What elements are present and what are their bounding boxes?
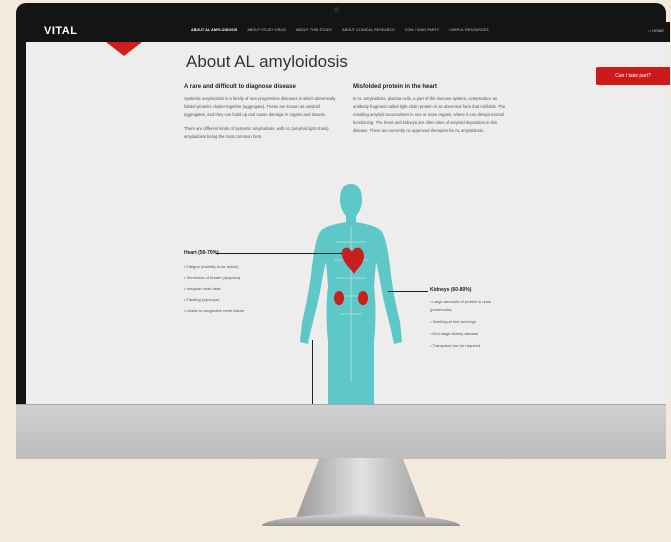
right-paragraph-1: In AL amyloidosis, plasma cells, a part … xyxy=(353,96,506,133)
lower-pointer-line xyxy=(312,340,313,404)
nav-item-about-clinical-research[interactable]: ABOUT CLINICAL RESEARCH xyxy=(342,28,395,32)
nav-item-about-study-drug[interactable]: ABOUT STUDY DRUG xyxy=(247,28,286,32)
monitor-base xyxy=(262,514,460,526)
can-i-take-part-button[interactable]: Can I take part? xyxy=(596,67,670,85)
left-paragraph-1: Systemic amyloidosis is a family of rare… xyxy=(184,96,336,117)
kidney-right-icon xyxy=(358,291,368,305)
kidney-symptom-item: Transplant can be required xyxy=(430,342,500,350)
kidney-title: Kidneys (60-80%) xyxy=(430,287,472,293)
top-navigation: VITAL ABOUT AL AMYLOIDOSIS ABOUT STUDY D… xyxy=(26,22,670,42)
kidney-symptom-item: Large amounts of protein in urine (prote… xyxy=(430,298,492,314)
kidney-symptom-item: Swelling of feet and legs xyxy=(430,318,500,326)
kidney-symptom-item: End stage kidney disease xyxy=(430,330,500,338)
monitor-chin xyxy=(16,404,666,459)
nav-item-useful-resources[interactable]: USEFUL RESOURCES xyxy=(449,28,488,32)
kidney-pointer-line xyxy=(388,291,428,292)
nav-item-com-diag-party[interactable]: COM / DIAG PARTY xyxy=(405,28,439,32)
nav-item-about-al-amyloidosis[interactable]: ABOUT AL AMYLOIDOSIS xyxy=(191,28,237,32)
intro-left-column: A rare and difficult to diagnose disease… xyxy=(184,84,339,147)
logo-ribbon xyxy=(106,42,142,56)
camera-dot xyxy=(334,7,339,12)
kidney-info-block: Kidneys (60-80%) Large amounts of protei… xyxy=(430,287,500,354)
heart-symptom-item: Fatigue (inability to be active) xyxy=(184,261,244,272)
right-heading: Misfolded protein in the heart xyxy=(353,84,438,90)
heart-info-block: Heart (50-70%) Fatigue (inability to be … xyxy=(184,250,244,316)
heart-symptom-list: Fatigue (inability to be active) Shortne… xyxy=(184,261,245,316)
heart-symptom-item: Irregular heart beat xyxy=(184,283,244,294)
kidney-symptom-list: Large amounts of protein in urine (prote… xyxy=(430,298,500,350)
heart-symptom-item: Leads to congestive heart failure xyxy=(184,305,245,316)
nav-item-about-this-study[interactable]: ABOUT THIS STUDY xyxy=(296,28,332,32)
monitor-stand xyxy=(296,458,426,518)
site-logo[interactable]: VITAL xyxy=(44,25,77,37)
nav-links: ABOUT AL AMYLOIDOSIS ABOUT STUDY DRUG AB… xyxy=(191,28,489,32)
heart-symptom-item: Shortness of breath (dyspnea) xyxy=(184,272,244,283)
left-heading: A rare and difficult to diagnose disease xyxy=(184,84,296,90)
heart-symptom-item: Fainting (syncope) xyxy=(184,294,244,305)
screen: VITAL ABOUT AL AMYLOIDOSIS ABOUT STUDY D… xyxy=(26,22,670,404)
kidney-left-icon xyxy=(334,291,344,305)
home-link[interactable]: ⌂ HOME xyxy=(648,28,664,33)
intro-right-column: Misfolded protein in the heart In AL amy… xyxy=(353,84,508,141)
left-paragraph-2: There are different kinds of systemic am… xyxy=(184,126,329,139)
heart-title: Heart (50-70%) xyxy=(184,250,219,256)
page-title: About AL amyloidosis xyxy=(186,52,348,71)
home-label: HOME xyxy=(652,28,664,33)
